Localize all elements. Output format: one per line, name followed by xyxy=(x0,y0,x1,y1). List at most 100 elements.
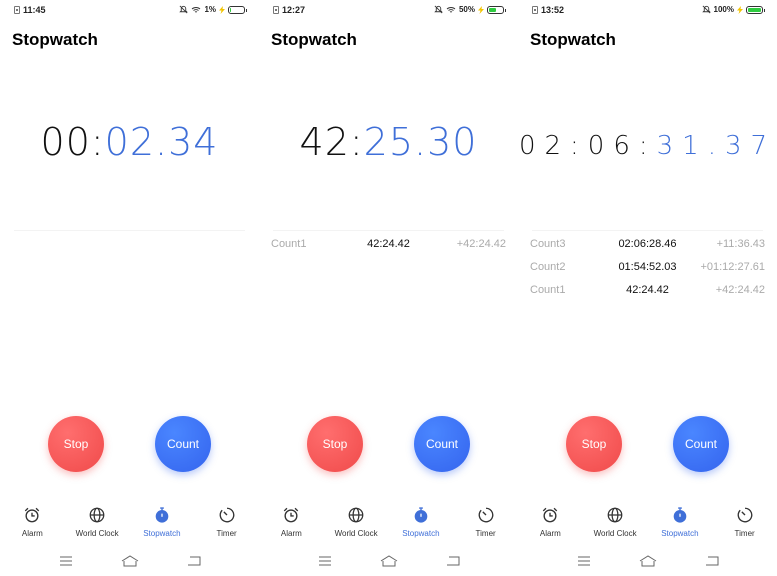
tab-stopwatch[interactable]: Stopwatch xyxy=(389,506,454,542)
back-button[interactable] xyxy=(187,556,201,566)
tab-world-clock[interactable]: World Clock xyxy=(583,506,648,542)
divider xyxy=(14,230,245,231)
home-button[interactable] xyxy=(380,555,398,567)
timer-seconds: 02.34 xyxy=(104,120,219,164)
status-time: 13:52 xyxy=(541,5,565,15)
wifi-icon xyxy=(446,6,456,14)
tab-label: Timer xyxy=(475,529,496,538)
lap-diff: +42:24.42 xyxy=(456,238,506,250)
sim-icon xyxy=(273,6,279,14)
tab-bar: Alarm World Clock Stopwatch Timer xyxy=(0,506,259,542)
home-button[interactable] xyxy=(639,555,657,567)
charging-icon xyxy=(737,5,743,14)
timer-minutes: 42: xyxy=(299,120,364,164)
count-button[interactable]: Count xyxy=(414,416,470,472)
tab-world-clock[interactable]: World Clock xyxy=(65,506,130,542)
mute-icon xyxy=(434,5,443,14)
tab-label: World Clock xyxy=(334,529,378,538)
home-icon xyxy=(121,555,139,567)
charging-icon xyxy=(219,5,225,14)
tab-label: Stopwatch xyxy=(661,529,699,538)
lap-row: Count1 42:24.42 +42:24.42 xyxy=(518,280,777,303)
screen-2: 12:27 50% Stopwatch 42:25.30 Count1 42:24… xyxy=(259,0,518,576)
lap-row: Count3 02:06:28.46 +11:36.43 xyxy=(518,234,777,257)
tab-timer[interactable]: Timer xyxy=(712,506,777,542)
menu-button[interactable] xyxy=(59,556,73,566)
tab-label: Timer xyxy=(216,529,237,538)
tab-bar: Alarm World Clock Stopwatch Timer xyxy=(259,506,518,542)
divider xyxy=(532,230,763,231)
lap-row: Count1 42:24.42 +42:24.42 xyxy=(259,234,518,257)
status-time: 12:27 xyxy=(282,5,306,15)
count-button[interactable]: Count xyxy=(155,416,211,472)
nav-bar xyxy=(0,552,259,570)
charging-icon xyxy=(478,5,484,14)
menu-button[interactable] xyxy=(318,556,332,566)
tab-alarm[interactable]: Alarm xyxy=(518,506,583,542)
back-button[interactable] xyxy=(705,556,719,566)
tab-stopwatch[interactable]: Stopwatch xyxy=(130,506,195,542)
globe-icon xyxy=(606,506,624,529)
tab-bar: Alarm World Clock Stopwatch Timer xyxy=(518,506,777,542)
battery-percent: 1% xyxy=(204,5,216,14)
stopwatch-icon xyxy=(671,506,689,529)
alarm-icon xyxy=(541,506,559,529)
home-button[interactable] xyxy=(121,555,139,567)
globe-icon xyxy=(88,506,106,529)
timer-seconds: 25.30 xyxy=(363,120,478,164)
count-button[interactable]: Count xyxy=(673,416,729,472)
stop-button[interactable]: Stop xyxy=(307,416,363,472)
menu-icon xyxy=(318,556,332,566)
menu-icon xyxy=(577,556,591,566)
battery-icon xyxy=(228,5,247,14)
stop-button[interactable]: Stop xyxy=(566,416,622,472)
screens: 11:45 1% Stopwatch 00:02.34 Stop Count A xyxy=(0,0,777,576)
battery-icon xyxy=(487,5,506,14)
mute-icon xyxy=(701,5,711,14)
battery-percent: 50% xyxy=(458,5,475,14)
status-bar: 12:27 50% xyxy=(259,0,518,20)
tab-stopwatch[interactable]: Stopwatch xyxy=(648,506,713,542)
globe-icon xyxy=(347,506,365,529)
tab-world-clock[interactable]: World Clock xyxy=(324,506,389,542)
menu-button[interactable] xyxy=(577,556,591,566)
lap-diff: +11:36.43 xyxy=(716,238,765,250)
tab-alarm[interactable]: Alarm xyxy=(259,506,324,542)
timer-icon xyxy=(477,506,495,529)
tab-alarm[interactable]: Alarm xyxy=(0,506,65,542)
home-icon xyxy=(639,555,657,567)
nav-bar xyxy=(518,552,777,570)
status-bar: 11:45 1% xyxy=(0,0,259,20)
stopwatch-display: 02:06:31.37 xyxy=(518,122,777,170)
mute-icon xyxy=(179,5,189,14)
stopwatch-display: 00:02.34 xyxy=(0,118,259,166)
lap-row: Count2 01:54:52.03 +01:12:27.61 xyxy=(518,257,777,280)
tab-timer[interactable]: Timer xyxy=(453,506,518,542)
stopwatch-display: 42:25.30 xyxy=(259,118,518,166)
back-button[interactable] xyxy=(446,556,460,566)
back-icon xyxy=(187,556,201,566)
timer-minutes: 00: xyxy=(40,120,105,164)
lap-list: Count3 02:06:28.46 +11:36.43 Count2 01:54:52… xyxy=(518,234,777,303)
tab-label: Alarm xyxy=(539,529,561,538)
alarm-icon xyxy=(282,506,300,529)
tab-timer[interactable]: Timer xyxy=(194,506,259,542)
lap-list: Count1 42:24.42 +42:24.42 xyxy=(259,234,518,257)
tab-label: Alarm xyxy=(21,529,43,538)
back-icon xyxy=(446,556,460,566)
battery-percent: 100% xyxy=(713,5,734,14)
screen-3: 13:52 100% Stopwatch 02:06:31.37 Count3 0… xyxy=(518,0,777,576)
nav-bar xyxy=(259,552,518,570)
tab-label: Alarm xyxy=(280,529,302,538)
menu-icon xyxy=(59,556,73,566)
status-time: 11:45 xyxy=(23,5,46,15)
stopwatch-icon xyxy=(412,506,430,529)
tab-label: World Clock xyxy=(593,529,637,538)
screen-1: 11:45 1% Stopwatch 00:02.34 Stop Count A xyxy=(0,0,259,576)
timer-hours-minutes: 02:06: xyxy=(518,131,657,161)
lap-diff: +42:24.42 xyxy=(715,284,765,296)
stop-button[interactable]: Stop xyxy=(48,416,104,472)
stopwatch-icon xyxy=(153,506,171,529)
timer-icon xyxy=(218,506,236,529)
alarm-icon xyxy=(23,506,41,529)
